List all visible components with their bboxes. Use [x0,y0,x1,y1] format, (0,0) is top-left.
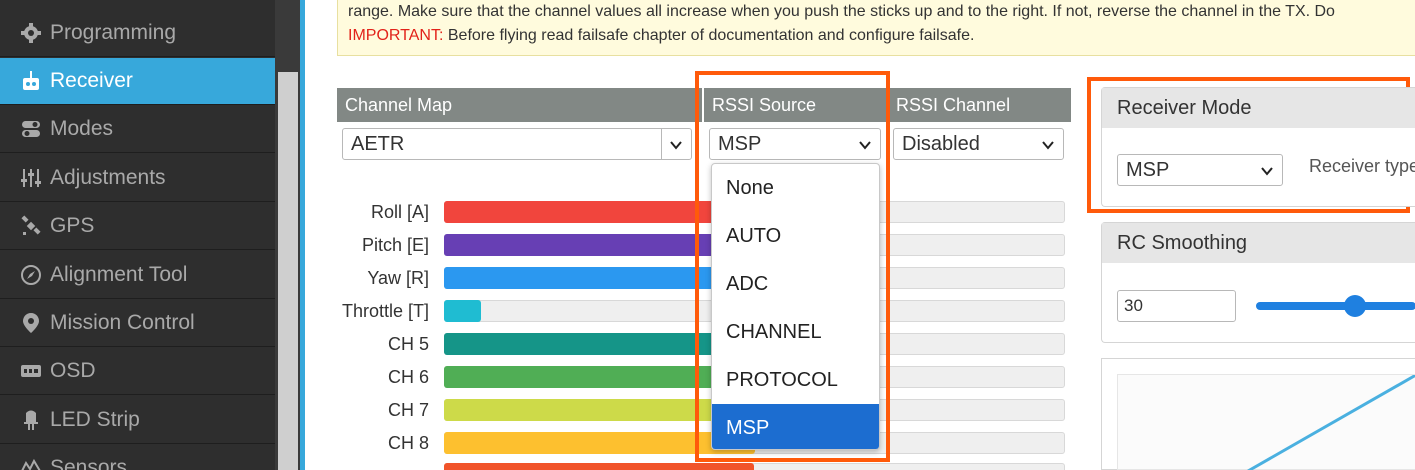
receiver-mode-value: MSP [1126,159,1170,181]
sidebar-item-label: Modes [50,117,114,140]
sidebar-item-modes[interactable]: Modes [0,106,275,153]
toggle-icon [20,118,42,140]
channel-bar-fill [444,234,755,256]
rssi-source-value: MSP [718,133,762,155]
sidebar-item-adjustments[interactable]: Adjustments [0,155,275,202]
note-line-2-text: Before flying read failsafe chapter of d… [447,27,975,44]
sidebar: Programming Receiver Modes Adjustments G… [0,0,275,470]
sidebar-item-label: Programming [50,21,177,44]
sidebar-item-label: LED Strip [50,408,140,431]
rssi-channel-value: Disabled [902,133,980,155]
channel-map-header: Channel Map [337,88,702,122]
rssi-source-header: RSSI Source [704,88,886,122]
note-line-1: range. Make sure that the channel values… [348,3,1335,20]
rc-smoothing-slider-thumb[interactable] [1344,295,1366,317]
receiver-mode-header: Receiver Mode [1102,88,1415,128]
sidebar-item-gps[interactable]: GPS [0,203,275,250]
map-pin-icon [20,312,42,334]
channel-bar-fill [444,201,755,223]
sidebar-item-label: Alignment Tool [50,263,188,286]
channel-label: CH 6 [387,367,429,387]
info-note: range. Make sure that the channel values… [337,0,1415,56]
channel-bar-fill [444,333,755,355]
sliders-icon [20,167,42,189]
chevron-down-icon [670,141,682,150]
rssi-source-select[interactable]: MSP [709,128,881,160]
channel-map-select[interactable]: AETR [342,128,692,160]
rssi-channel-select[interactable]: Disabled [893,128,1064,160]
channel-label: Yaw [R] [367,268,429,288]
sidebar-item-label: Mission Control [50,311,195,334]
rssi-source-dropdown: None AUTO ADC CHANNEL PROTOCOL MSP [711,163,880,450]
led-icon [20,409,42,431]
channel-label: CH 8 [387,433,429,453]
rc-smoothing-input[interactable]: 30 [1117,290,1236,322]
chevron-down-icon [1261,167,1273,176]
sensor-icon [20,457,42,470]
channel-label: CH 7 [387,400,429,420]
rc-smoothing-header: RC Smoothing [1102,223,1415,263]
sidebar-item-osd[interactable]: OSD [0,348,275,395]
chevron-down-icon [1042,141,1054,150]
sidebar-item-label: Receiver [50,69,133,92]
dropdown-option-adc[interactable]: ADC [712,260,879,308]
dropdown-option-auto[interactable]: AUTO [712,212,879,260]
sidebar-item-receiver[interactable]: Receiver [0,58,275,105]
sidebar-item-programming[interactable]: Programming [0,10,275,57]
satellite-icon [20,215,42,237]
channel-bar-fill [444,432,755,454]
dropdown-option-channel[interactable]: CHANNEL [712,308,879,356]
sidebar-item-label: Adjustments [50,166,166,189]
sidebar-item-sensors[interactable]: Sensors [0,445,275,470]
rc-smoothing-panel: RC Smoothing [1101,222,1415,343]
sidebar-item-alignment-tool[interactable]: Alignment Tool [0,252,275,299]
sidebar-item-label: OSD [50,359,96,382]
chevron-down-icon [859,141,871,150]
channel-bar-fill [444,399,755,421]
channel-label: Pitch [E] [361,235,429,255]
channel-bar-fill [444,300,481,322]
rc-curve-graph [1117,373,1415,470]
sidebar-item-label: Sensors [50,456,128,470]
sidebar-item-mission-control[interactable]: Mission Control [0,300,275,347]
receiver-mode-panel: Receiver Mode [1101,87,1415,207]
channel-label: Roll [A] [370,202,429,222]
dropdown-option-protocol[interactable]: PROTOCOL [712,356,879,404]
channel-label: Throttle [T] [341,301,429,321]
sidebar-item-led-strip[interactable]: LED Strip [0,397,275,444]
channel-bar-fill-partial [444,463,754,470]
channel-map-value: AETR [351,133,405,155]
rssi-channel-header: RSSI Channel [888,88,1071,122]
compass-icon [20,264,42,286]
receiver-type-label: Receiver type [1309,156,1415,176]
sidebar-item-label: GPS [50,214,95,237]
gear-icon [20,22,42,44]
dropdown-option-msp[interactable]: MSP [712,404,879,449]
osd-icon [20,360,42,382]
channel-label: CH 5 [387,334,429,354]
important-label: IMPORTANT: [348,27,444,44]
app-root: Programming Receiver Modes Adjustments G… [0,0,1415,470]
channel-bar-fill [444,366,755,388]
receiver-mode-select[interactable]: MSP [1117,154,1283,186]
rc-smoothing-slider-track[interactable] [1256,302,1415,310]
channel-bar-fill [444,267,755,289]
dropdown-option-none[interactable]: None [712,164,879,212]
receiver-icon [20,70,42,92]
rc-curve-line [1247,373,1415,470]
select-divider [661,129,662,159]
note-line-2: IMPORTANT: Before flying read failsafe c… [348,24,1405,48]
